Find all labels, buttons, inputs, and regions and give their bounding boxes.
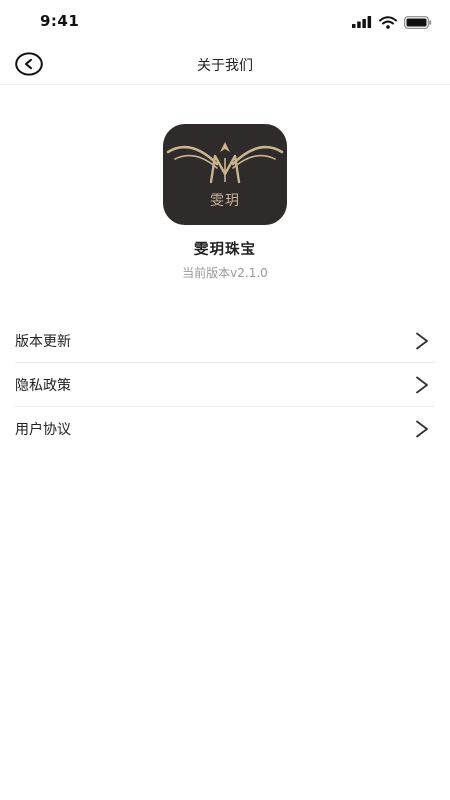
- app-name: 雯玥珠宝: [194, 242, 256, 258]
- nav-bar: 关于我们: [0, 44, 450, 85]
- status-time: 9:41: [40, 12, 80, 30]
- menu-item-label: 隐私政策: [15, 377, 71, 394]
- status-bar: 9:41: [0, 0, 450, 44]
- menu-item-label: 用户协议: [15, 421, 71, 438]
- app-logo: 雯玥: [163, 124, 287, 225]
- menu-item-label: 版本更新: [15, 333, 71, 350]
- menu-item-user-agreement[interactable]: 用户协议: [15, 407, 435, 450]
- logo-text: 雯玥: [210, 193, 240, 209]
- menu-list: 版本更新 隐私政策 用户协议: [15, 319, 435, 450]
- crown-emblem-icon: [166, 142, 284, 184]
- wifi-icon: [379, 15, 397, 29]
- signal-icon: [352, 16, 372, 28]
- chevron-right-icon: [416, 376, 428, 393]
- chevron-right-icon: [416, 420, 428, 437]
- battery-icon: [404, 15, 432, 29]
- chevron-right-icon: [416, 332, 428, 349]
- menu-item-privacy-policy[interactable]: 隐私政策: [15, 363, 435, 407]
- menu-item-version-update[interactable]: 版本更新: [15, 319, 435, 363]
- page-title: 关于我们: [197, 58, 253, 74]
- status-icons: [352, 14, 432, 30]
- app-version: 当前版本v2.1.0: [182, 266, 268, 280]
